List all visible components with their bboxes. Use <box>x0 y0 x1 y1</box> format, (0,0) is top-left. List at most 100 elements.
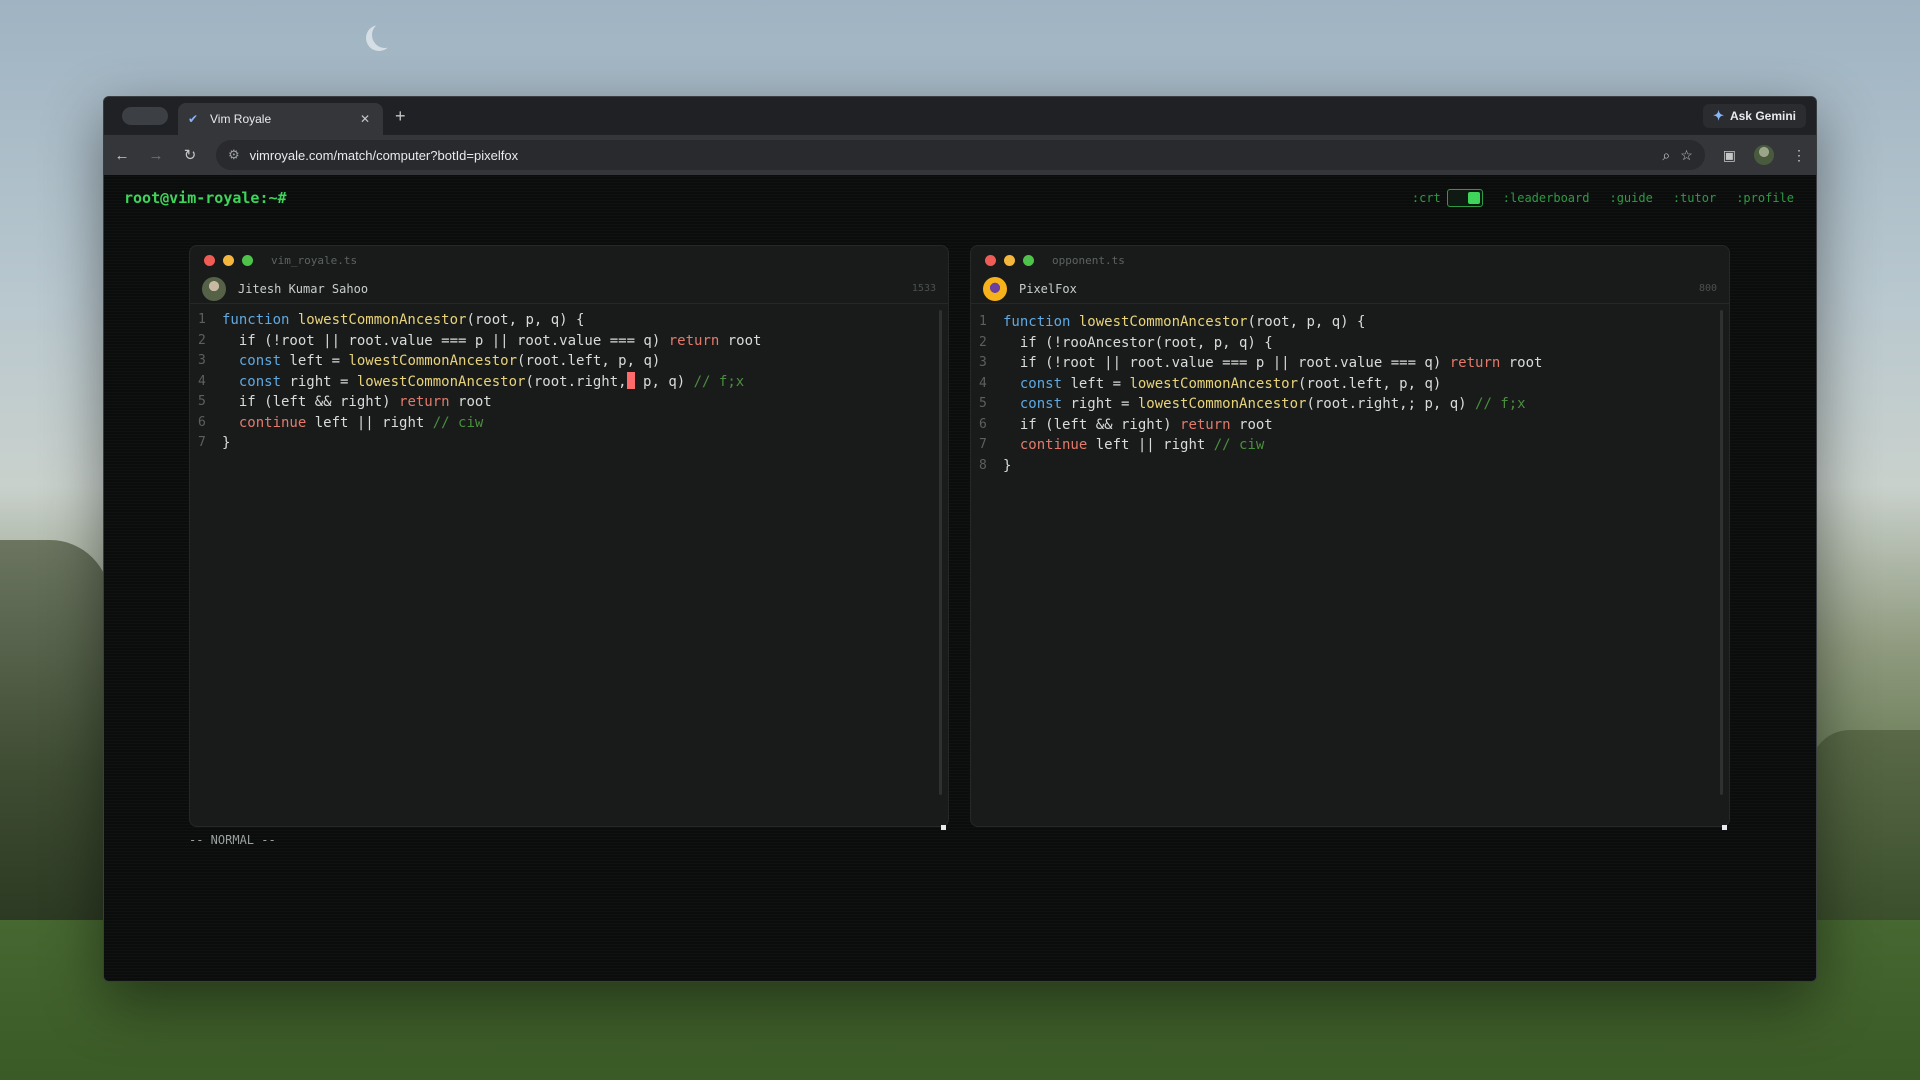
bookmark-star-icon[interactable]: ☆ <box>1680 147 1693 164</box>
url-text[interactable]: vimroyale.com/match/computer?botId=pixel… <box>250 148 1653 163</box>
tab-close-icon[interactable]: ✕ <box>357 112 373 126</box>
zoom-icon[interactable]: ⌕ <box>1662 147 1670 164</box>
code-line: 2 if (!rooAncestor(root, p, q) { <box>979 333 1729 354</box>
code-token: (root, p, q) { <box>1247 314 1366 330</box>
opponent-name: PixelFox <box>1019 281 1077 296</box>
line-number: 4 <box>979 375 987 391</box>
player-avatar <box>202 276 226 301</box>
vim-mode-status: -- NORMAL -- <box>189 833 276 847</box>
player-editor[interactable]: vim_royale.ts Jitesh Kumar Sahoo 1533 1 f… <box>189 245 949 830</box>
opponent-filename: opponent.ts <box>1052 253 1125 267</box>
vim-royale-page: root@vim-royale:~# :crt :leaderboard :gu… <box>104 175 1816 981</box>
code-token: if (!root || root.value === p || root.va… <box>222 332 669 349</box>
player-resize-handle[interactable] <box>941 825 946 830</box>
profile-avatar-icon[interactable] <box>1754 145 1774 165</box>
vim-royale-favicon-icon: ✔ <box>188 112 199 126</box>
line-number: 1 <box>198 312 206 327</box>
code-token: left || right <box>306 414 433 431</box>
background-trees-left <box>0 540 110 920</box>
code-text: } <box>222 433 230 454</box>
code-line: 3 const left = lowestCommonAncestor(root… <box>198 351 948 372</box>
player-name: Jitesh Kumar Sahoo <box>238 281 369 296</box>
nav-leaderboard[interactable]: :leaderboard <box>1503 191 1590 205</box>
code-keyword: const <box>1019 375 1063 392</box>
site-settings-icon[interactable]: ⚙ <box>228 147 240 163</box>
terminal-prompt: root@vim-royale:~# <box>124 189 287 207</box>
code-text: if (!rooAncestor(root, p, q) { <box>1003 333 1273 354</box>
code-line: 7 continue left || right // ciw <box>979 435 1729 456</box>
nav-tutor[interactable]: :tutor <box>1673 191 1716 205</box>
side-panel-icon[interactable]: ▣ <box>1723 147 1736 164</box>
code-keyword: continue <box>1019 437 1088 453</box>
code-text: if (!root || root.value === p || root.va… <box>222 331 762 352</box>
browser-window: ✔ Vim Royale ✕ + ✦ Ask Gemini ← → ↻ ⚙ vi… <box>103 96 1817 982</box>
opponent-resize-handle[interactable] <box>1722 825 1727 830</box>
code-token: root <box>1230 416 1273 433</box>
code-token: } <box>222 435 231 451</box>
code-function-name: lowestCommonAncestor <box>356 373 526 390</box>
nav-profile[interactable]: :profile <box>1736 191 1794 205</box>
code-token: root <box>1500 355 1543 371</box>
ask-gemini-button[interactable]: ✦ Ask Gemini <box>1703 104 1806 128</box>
code-text: function lowestCommonAncestor(root, p, q… <box>1003 312 1365 333</box>
code-text: if (left && right) return root <box>222 392 492 413</box>
crt-toggle[interactable] <box>1446 189 1483 207</box>
code-keyword: return <box>668 332 720 349</box>
code-token: root <box>449 394 492 410</box>
line-number: 2 <box>979 334 987 350</box>
gemini-sparkle-icon: ✦ <box>1713 108 1724 123</box>
code-text: continue left || right // ciw <box>222 413 483 434</box>
code-keyword: const <box>1019 396 1063 412</box>
code-line: 6 if (left && right) return root <box>979 415 1729 436</box>
new-tab-plus-icon[interactable]: + <box>395 106 406 127</box>
code-line: 3 if (!root || root.value === p || root.… <box>979 353 1729 374</box>
code-keyword: function <box>1003 314 1079 330</box>
code-text: if (left && right) return root <box>1003 415 1273 436</box>
code-token: root <box>719 332 762 349</box>
browser-menu-icon[interactable]: ⋮ <box>1792 147 1806 164</box>
player-rating: 1533 <box>911 283 936 294</box>
line-number: 6 <box>198 414 206 430</box>
line-number: 3 <box>198 353 206 368</box>
address-bar[interactable]: ⚙ vimroyale.com/match/computer?botId=pix… <box>216 140 1705 170</box>
code-keyword: return <box>1180 416 1231 433</box>
player-scrollbar[interactable] <box>939 310 942 795</box>
code-token: right = <box>281 373 357 390</box>
code-token: } <box>1003 457 1012 474</box>
nav-guide[interactable]: :guide <box>1609 191 1652 205</box>
forward-arrow-icon[interactable]: → <box>148 147 164 164</box>
opponent-scrollbar[interactable] <box>1720 310 1723 795</box>
code-line: 8} <box>979 456 1729 477</box>
player-code[interactable]: 1 function lowestCommonAncestor(root, p, … <box>190 304 948 454</box>
tab-search-button[interactable] <box>122 107 168 125</box>
code-text: if (!root || root.value === p || root.va… <box>1003 353 1543 374</box>
crt-label: :crt <box>1411 191 1441 205</box>
opponent-userbar: PixelFox 800 <box>971 274 1729 304</box>
code-text: const right = lowestCommonAncestor(root.… <box>1003 394 1526 415</box>
close-dot-icon <box>985 254 996 266</box>
code-line: 1 function lowestCommonAncestor(root, p, … <box>979 312 1729 333</box>
crt-toggle-knob <box>1467 192 1480 204</box>
code-line: 7} <box>198 433 948 454</box>
line-number: 2 <box>198 332 206 348</box>
code-token: left = <box>281 353 349 369</box>
code-line: 5 const right = lowestCommonAncestor(roo… <box>979 394 1729 415</box>
line-number: 7 <box>979 437 987 452</box>
line-number: 7 <box>198 435 206 450</box>
top-nav: :crt :leaderboard :guide :tutor :profile <box>1412 189 1794 207</box>
tab-vim-royale[interactable]: ✔ Vim Royale ✕ <box>178 103 383 135</box>
reload-icon[interactable]: ↻ <box>182 146 198 164</box>
code-token: (root.left, p, q) <box>1298 375 1442 392</box>
code-token: right = <box>1062 396 1138 412</box>
player-editor-titlebar: vim_royale.ts <box>190 246 948 274</box>
back-arrow-icon[interactable]: ← <box>114 147 130 164</box>
background-moon <box>372 22 398 48</box>
opponent-avatar <box>983 276 1007 301</box>
code-keyword: function <box>222 312 298 328</box>
opponent-editor: opponent.ts PixelFox 800 1 function lowes… <box>970 245 1730 830</box>
